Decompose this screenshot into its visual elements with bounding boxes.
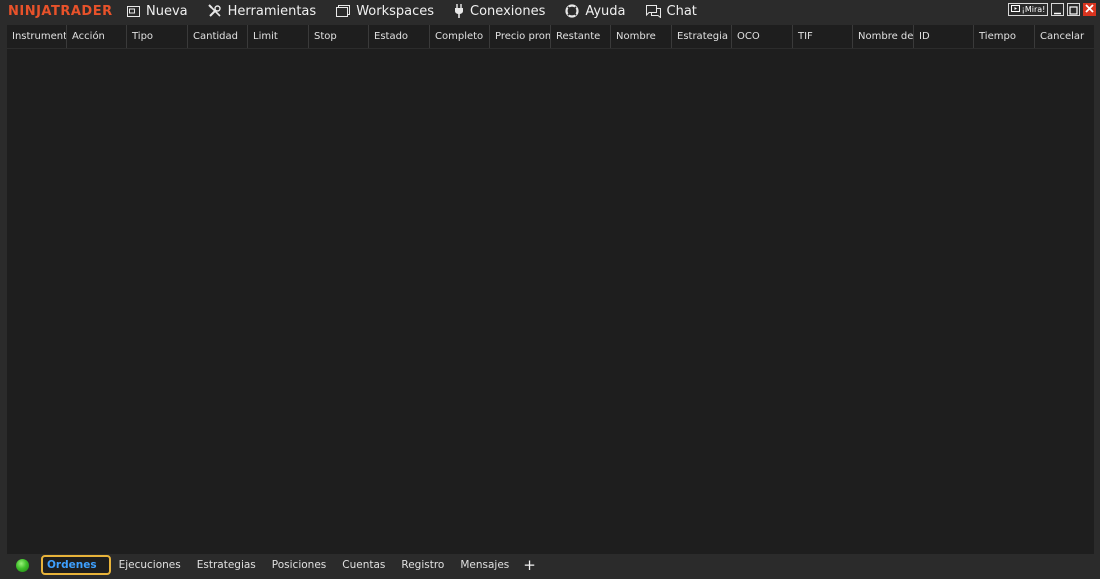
grid-body-empty[interactable]	[7, 49, 1094, 554]
menu-workspaces[interactable]: Workspaces	[336, 4, 434, 19]
column-header-oco[interactable]: OCO	[732, 25, 793, 48]
column-header-name[interactable]: Nombre	[611, 25, 672, 48]
add-tab-button[interactable]: +	[517, 556, 542, 574]
menu-workspaces-label: Workspaces	[356, 3, 435, 19]
tab-registro[interactable]: Registro	[393, 555, 452, 575]
column-header-action[interactable]: Acción	[67, 25, 127, 48]
column-header-type[interactable]: Tipo	[127, 25, 188, 48]
column-header-avg-price[interactable]: Precio promedio	[490, 25, 551, 48]
tab-posiciones[interactable]: Posiciones	[264, 555, 334, 575]
menu-herramientas[interactable]: Herramientas	[207, 3, 317, 19]
menu-nueva-label: Nueva	[146, 3, 188, 19]
column-header-account-name[interactable]: Nombre de cuenta	[853, 25, 914, 48]
close-icon	[1085, 3, 1094, 16]
column-header-limit[interactable]: Limit	[248, 25, 309, 48]
chat-icon	[645, 4, 661, 18]
orders-grid: Instrumento Acción Tipo Cantidad Limit S…	[7, 25, 1094, 554]
menu-conexiones[interactable]: Conexiones	[454, 4, 545, 19]
minimize-button[interactable]	[1051, 3, 1064, 16]
menu-chat[interactable]: Chat	[645, 3, 697, 19]
main-menu: Nueva Herramientas Workspaces Conexiones…	[127, 4, 717, 19]
tab-mensajes[interactable]: Mensajes	[452, 555, 517, 575]
menu-chat-label: Chat	[666, 3, 697, 19]
watch-video-button[interactable]: ¡Mira!	[1008, 3, 1048, 16]
column-header-quantity[interactable]: Cantidad	[188, 25, 248, 48]
column-header-filled[interactable]: Completo	[430, 25, 490, 48]
column-header-stop[interactable]: Stop	[309, 25, 369, 48]
menu-nueva[interactable]: Nueva	[127, 4, 188, 19]
tools-icon	[207, 4, 222, 18]
ninjatrader-logo: NINJATRADER	[8, 3, 113, 19]
tab-cuentas[interactable]: Cuentas	[334, 555, 393, 575]
new-window-icon	[127, 5, 140, 17]
control-center-toolbar: NINJATRADER Nueva Herramientas Workspace…	[0, 0, 1100, 22]
tab-ejecuciones[interactable]: Ejecuciones	[111, 555, 189, 575]
column-header-remaining[interactable]: Restante	[551, 25, 611, 48]
close-button[interactable]	[1083, 3, 1096, 16]
menu-herramientas-label: Herramientas	[227, 3, 317, 19]
bottom-tab-bar: Ordenes Ejecuciones Estrategias Posicion…	[7, 554, 1094, 576]
workspaces-icon	[336, 5, 351, 17]
column-header-cancel[interactable]: Cancelar	[1035, 25, 1094, 48]
window-controls: ¡Mira!	[1008, 3, 1096, 16]
grid-header: Instrumento Acción Tipo Cantidad Limit S…	[7, 25, 1094, 49]
maximize-button[interactable]	[1067, 3, 1080, 16]
column-header-instrument[interactable]: Instrumento	[7, 25, 67, 48]
tab-estrategias[interactable]: Estrategias	[189, 555, 264, 575]
play-icon	[1010, 5, 1020, 14]
column-header-id[interactable]: ID	[914, 25, 974, 48]
watch-video-label: ¡Mira!	[1021, 5, 1046, 14]
column-header-strategy[interactable]: Estrategia	[672, 25, 732, 48]
maximize-icon	[1069, 0, 1078, 19]
menu-conexiones-label: Conexiones	[470, 3, 546, 19]
tab-ordenes[interactable]: Ordenes	[41, 555, 111, 575]
column-header-state[interactable]: Estado	[369, 25, 430, 48]
connection-status-indicator	[16, 558, 29, 572]
menu-ayuda[interactable]: Ayuda	[565, 3, 626, 19]
column-header-tif[interactable]: TIF	[793, 25, 853, 48]
help-lifebuoy-icon	[565, 4, 579, 18]
column-header-time[interactable]: Tiempo	[974, 25, 1035, 48]
plug-icon	[454, 4, 464, 18]
minimize-icon	[1053, 0, 1062, 19]
menu-ayuda-label: Ayuda	[585, 3, 626, 19]
